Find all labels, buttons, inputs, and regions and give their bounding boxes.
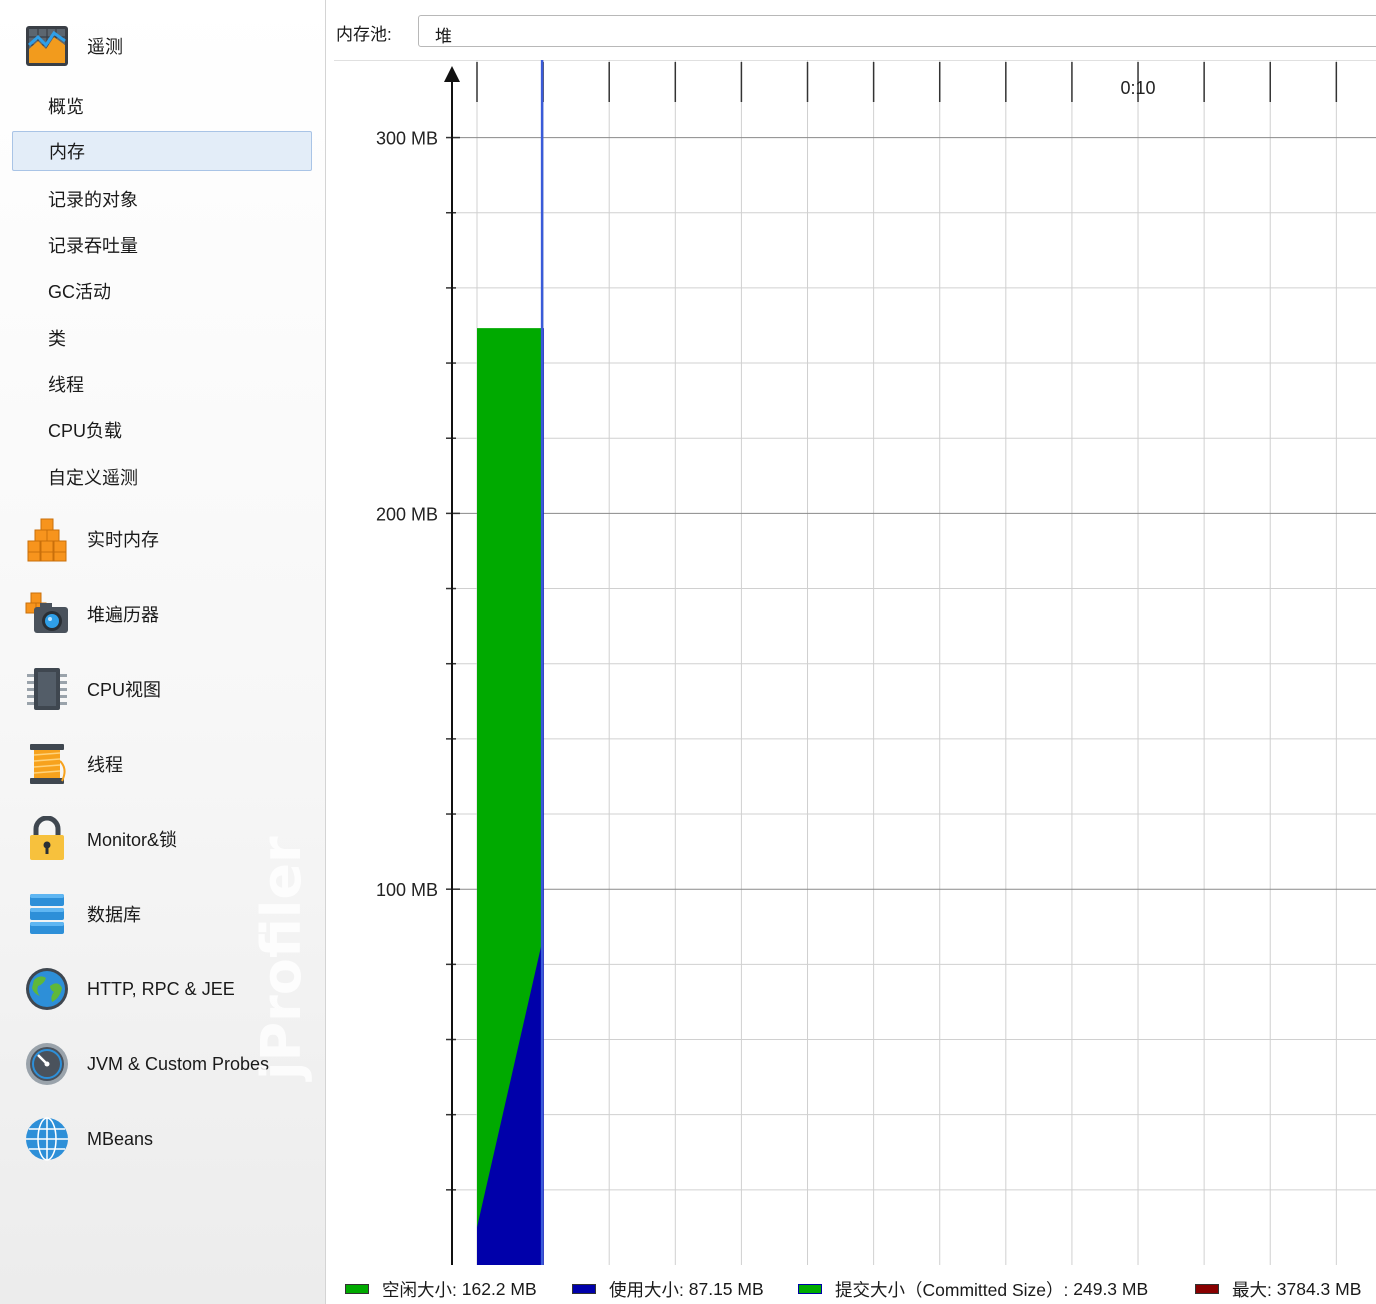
sidebar-item-label: 记录吞吐量 xyxy=(48,236,138,256)
legend-value: 249.3 MB xyxy=(1073,1278,1149,1299)
lock-icon xyxy=(30,816,64,860)
sidebar-item-overview[interactable]: 概览 xyxy=(12,86,312,126)
section-label: 数据库 xyxy=(87,905,141,925)
telemetry-chart-icon xyxy=(26,26,68,66)
jprofiler-watermark: jProfiler xyxy=(250,836,313,1080)
mbeans-globe-icon xyxy=(26,1117,68,1161)
section-label: JVM & Custom Probes xyxy=(87,1053,270,1074)
sidebar-item-gc-activity[interactable]: GC活动 xyxy=(12,271,312,311)
section-threads[interactable]: 线程 xyxy=(0,734,325,794)
section-heap-walker[interactable]: 堆遍历器 xyxy=(0,584,325,644)
section-label: CPU视图 xyxy=(87,680,162,700)
chart-legend: 空闲大小: 162.2 MB 使用大小: 87.15 MB 提交大小（Commi… xyxy=(345,1276,1376,1302)
legend-item-committed: 提交大小（Committed Size）: 249.3 MB xyxy=(798,1276,1148,1302)
sidebar-item-label: 记录的对象 xyxy=(48,190,138,210)
legend-label: 提交大小（Committed Size）: xyxy=(835,1279,1069,1300)
legend-swatch-max xyxy=(1195,1284,1219,1294)
sidebar-item-recorded-objects[interactable]: 记录的对象 xyxy=(12,179,312,219)
legend-swatch-committed xyxy=(798,1284,822,1294)
legend-value: 162.2 MB xyxy=(461,1278,537,1299)
section-mbeans[interactable]: MBeans xyxy=(0,1109,325,1169)
sidebar-item-label: 概览 xyxy=(48,97,84,117)
cpu-chip-icon xyxy=(27,668,67,710)
legend-swatch-free xyxy=(345,1284,369,1294)
sidebar-item-label: 类 xyxy=(48,329,66,349)
sidebar-item-label: 内存 xyxy=(49,142,85,162)
section-cpu-views[interactable]: CPU视图 xyxy=(0,659,325,719)
live-memory-cubes-icon xyxy=(27,518,67,562)
sidebar-item-classes[interactable]: 类 xyxy=(12,318,312,358)
globe-earth-icon xyxy=(26,968,68,1010)
section-telemetry-label: 遥测 xyxy=(87,37,123,57)
y-axis-arrow xyxy=(444,66,460,82)
sidebar-navigation: 遥测 概览 内存 记录的对象 记录吞吐量 GC活动 类 线程 CPU负载 自定义… xyxy=(0,0,326,1304)
section-label: HTTP, RPC & JEE xyxy=(87,978,235,999)
legend-value: 3784.3 MB xyxy=(1276,1278,1362,1299)
legend-label: 最大: xyxy=(1232,1279,1272,1300)
legend-item-free: 空闲大小: 162.2 MB xyxy=(345,1276,537,1302)
database-icon xyxy=(30,894,64,934)
gauge-probe-icon xyxy=(26,1043,68,1085)
y-tick-label: 200 MB xyxy=(376,504,438,524)
section-label: 实时内存 xyxy=(87,530,159,550)
memory-pool-label: 内存池: xyxy=(336,25,392,44)
section-live-memory[interactable]: 实时内存 xyxy=(0,509,325,569)
sidebar-item-label: 自定义遥测 xyxy=(48,468,138,488)
sidebar-item-cpu-load[interactable]: CPU负载 xyxy=(12,410,312,450)
sidebar-item-memory[interactable]: 内存 xyxy=(12,131,312,171)
sidebar-item-label: CPU负载 xyxy=(48,421,123,441)
y-tick-label: 300 MB xyxy=(376,129,438,149)
section-label: Monitor&锁 xyxy=(87,830,178,850)
sidebar-item-label: GC活动 xyxy=(48,282,111,302)
section-label: 堆遍历器 xyxy=(87,605,159,625)
sidebar-item-label: 线程 xyxy=(48,375,84,395)
sidebar-item-threads[interactable]: 线程 xyxy=(12,364,312,404)
memory-pool-select[interactable]: 堆 xyxy=(418,15,1376,47)
legend-label: 使用大小: xyxy=(609,1279,684,1300)
y-tick-label: 100 MB xyxy=(376,880,438,900)
legend-label: 空闲大小: xyxy=(382,1279,457,1300)
threads-spool-icon xyxy=(30,744,66,784)
legend-item-max: 最大: 3784.3 MB xyxy=(1195,1276,1361,1302)
sidebar-item-custom-telemetry[interactable]: 自定义遥测 xyxy=(12,457,312,497)
x-tick-label: 0:10 xyxy=(1121,78,1156,98)
heap-walker-camera-icon xyxy=(25,592,68,633)
memory-chart[interactable]: 100 MB 200 MB 300 MB 0:10 xyxy=(330,60,1376,1270)
section-telemetry[interactable]: 遥测 xyxy=(0,16,325,76)
legend-value: 87.15 MB xyxy=(688,1278,764,1299)
memory-pool-selected-value: 堆 xyxy=(435,27,452,46)
sidebar-item-recorded-throughput[interactable]: 记录吞吐量 xyxy=(12,225,312,265)
legend-item-used: 使用大小: 87.15 MB xyxy=(572,1276,764,1302)
section-label: MBeans xyxy=(87,1128,154,1149)
section-label: 线程 xyxy=(87,755,123,775)
legend-swatch-used xyxy=(572,1284,596,1294)
